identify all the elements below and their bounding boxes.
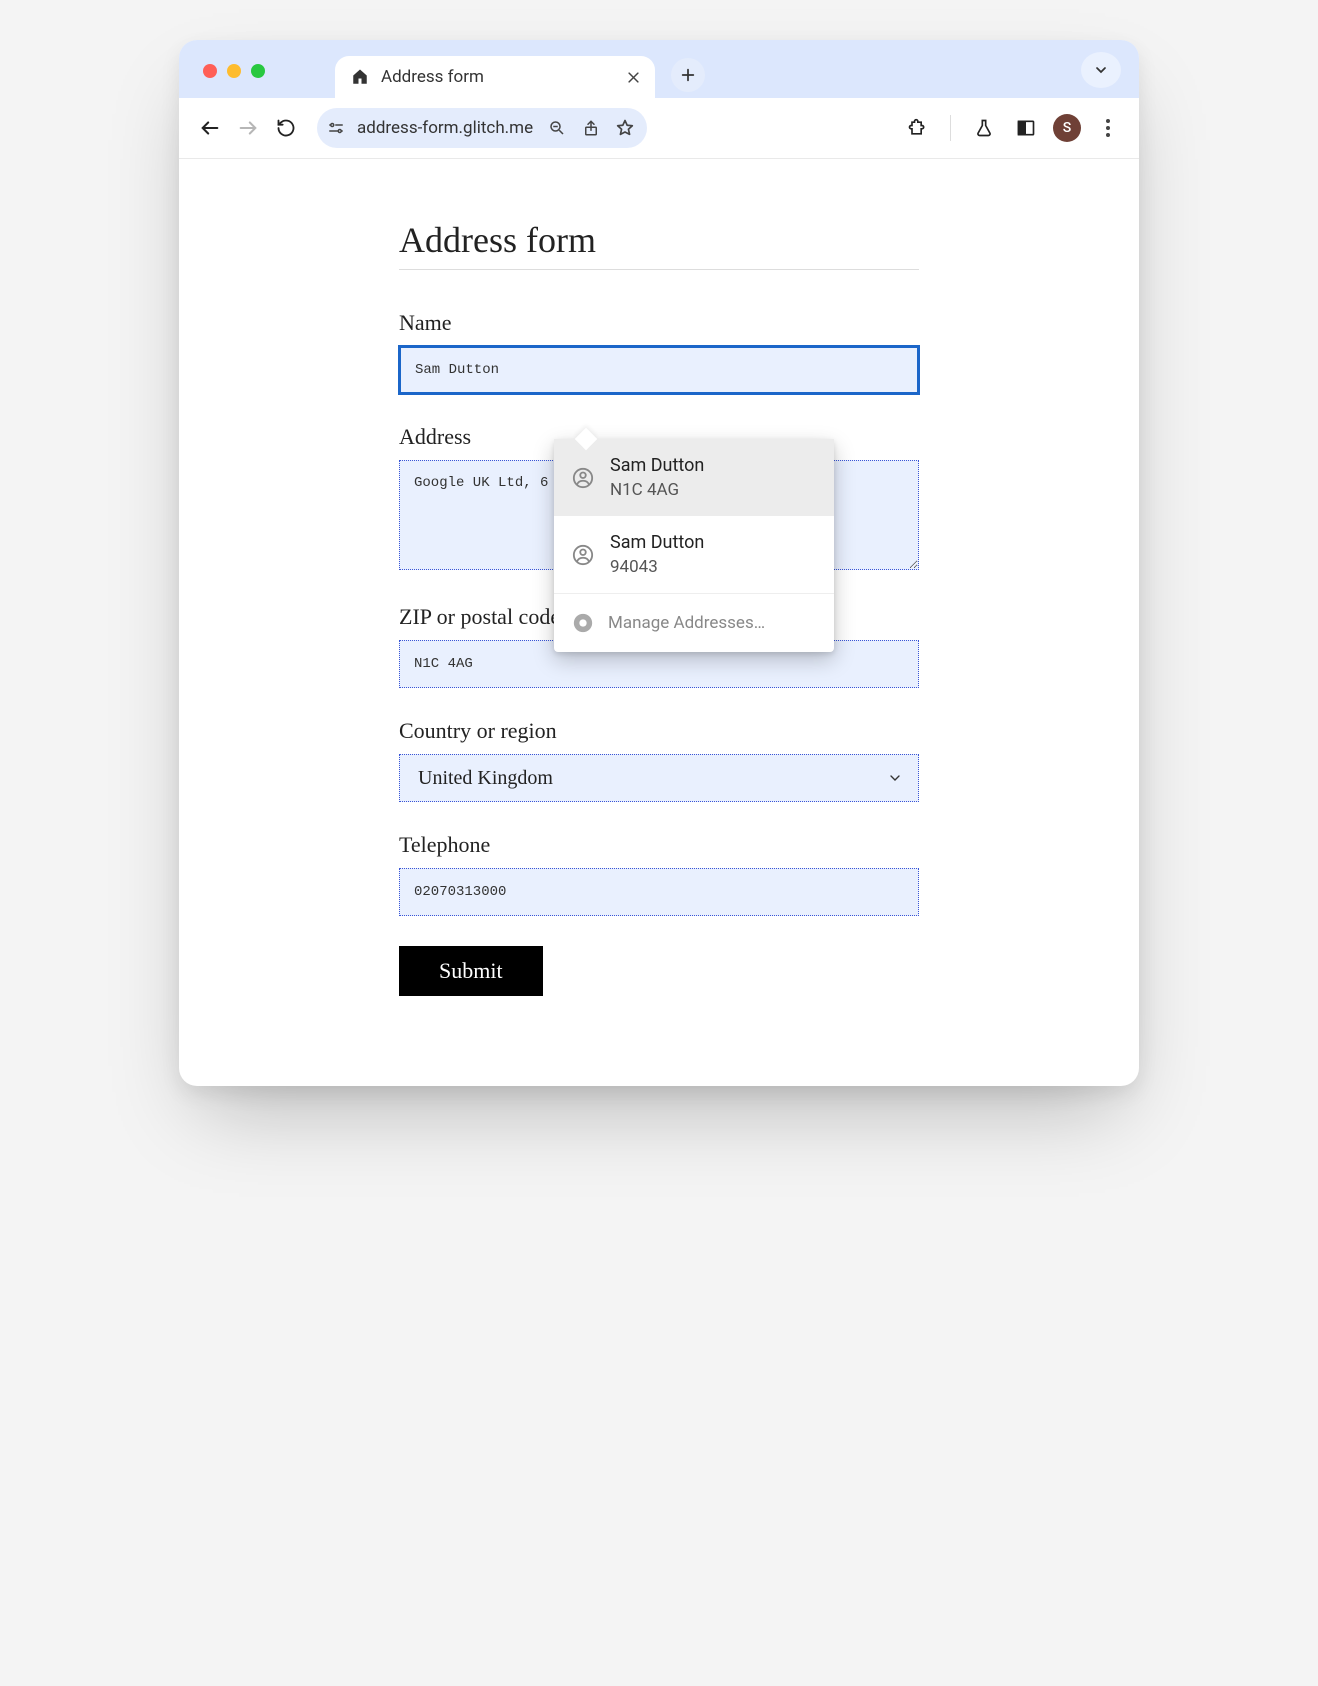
- window-zoom-button[interactable]: [251, 64, 265, 78]
- kebab-menu[interactable]: [1093, 113, 1123, 143]
- autofill-popup: Sam Dutton N1C 4AG Sam Dutton 94043: [554, 439, 834, 652]
- address-bar[interactable]: address-form.glitch.me: [317, 108, 647, 148]
- toolbar: address-form.glitch.me S: [179, 98, 1139, 158]
- side-panel-icon[interactable]: [1011, 113, 1041, 143]
- manage-addresses-label: Manage Addresses…: [608, 613, 765, 633]
- chrome-icon: [572, 612, 594, 634]
- country-label: Country or region: [399, 718, 919, 744]
- autofill-name: Sam Dutton: [610, 532, 704, 553]
- avatar-letter: S: [1063, 120, 1071, 136]
- extensions-icon[interactable]: [902, 113, 932, 143]
- manage-addresses-link[interactable]: Manage Addresses…: [554, 594, 834, 652]
- telephone-label: Telephone: [399, 832, 919, 858]
- url-text: address-form.glitch.me: [353, 118, 537, 138]
- close-tab-button[interactable]: [626, 70, 641, 85]
- nav-forward-button[interactable]: [233, 113, 263, 143]
- autofill-detail: N1C 4AG: [610, 480, 704, 500]
- separator: [950, 115, 951, 141]
- page-content: Address form Name Sam Dutton N1C 4AG: [179, 158, 1139, 1086]
- tab-title: Address form: [381, 67, 484, 87]
- autofill-suggestion[interactable]: Sam Dutton 94043: [554, 516, 834, 593]
- autofill-detail: 94043: [610, 557, 704, 577]
- page-title: Address form: [399, 219, 919, 270]
- name-label: Name: [399, 310, 919, 336]
- country-select[interactable]: United Kingdom: [399, 754, 919, 802]
- tabs-dropdown-button[interactable]: [1081, 52, 1121, 88]
- reload-button[interactable]: [271, 113, 301, 143]
- bookmark-icon[interactable]: [611, 114, 639, 142]
- labs-icon[interactable]: [969, 113, 999, 143]
- profile-avatar[interactable]: S: [1053, 114, 1081, 142]
- person-icon: [572, 544, 594, 566]
- name-input[interactable]: [399, 346, 919, 394]
- window-minimize-button[interactable]: [227, 64, 241, 78]
- autofill-name: Sam Dutton: [610, 455, 704, 476]
- tab-strip: Address form: [179, 40, 1139, 98]
- tab-favicon: [351, 68, 369, 86]
- window-controls: [203, 64, 265, 78]
- window-close-button[interactable]: [203, 64, 217, 78]
- browser-window: Address form address-form.glitch.me: [179, 40, 1139, 1086]
- share-icon[interactable]: [577, 114, 605, 142]
- browser-tab[interactable]: Address form: [335, 56, 655, 98]
- zoom-icon[interactable]: [543, 114, 571, 142]
- new-tab-button[interactable]: [671, 58, 705, 92]
- person-icon: [572, 467, 594, 489]
- nav-back-button[interactable]: [195, 113, 225, 143]
- telephone-input[interactable]: [399, 868, 919, 916]
- site-settings-icon[interactable]: [325, 119, 347, 137]
- autofill-suggestion[interactable]: Sam Dutton N1C 4AG: [554, 439, 834, 516]
- submit-button[interactable]: Submit: [399, 946, 543, 996]
